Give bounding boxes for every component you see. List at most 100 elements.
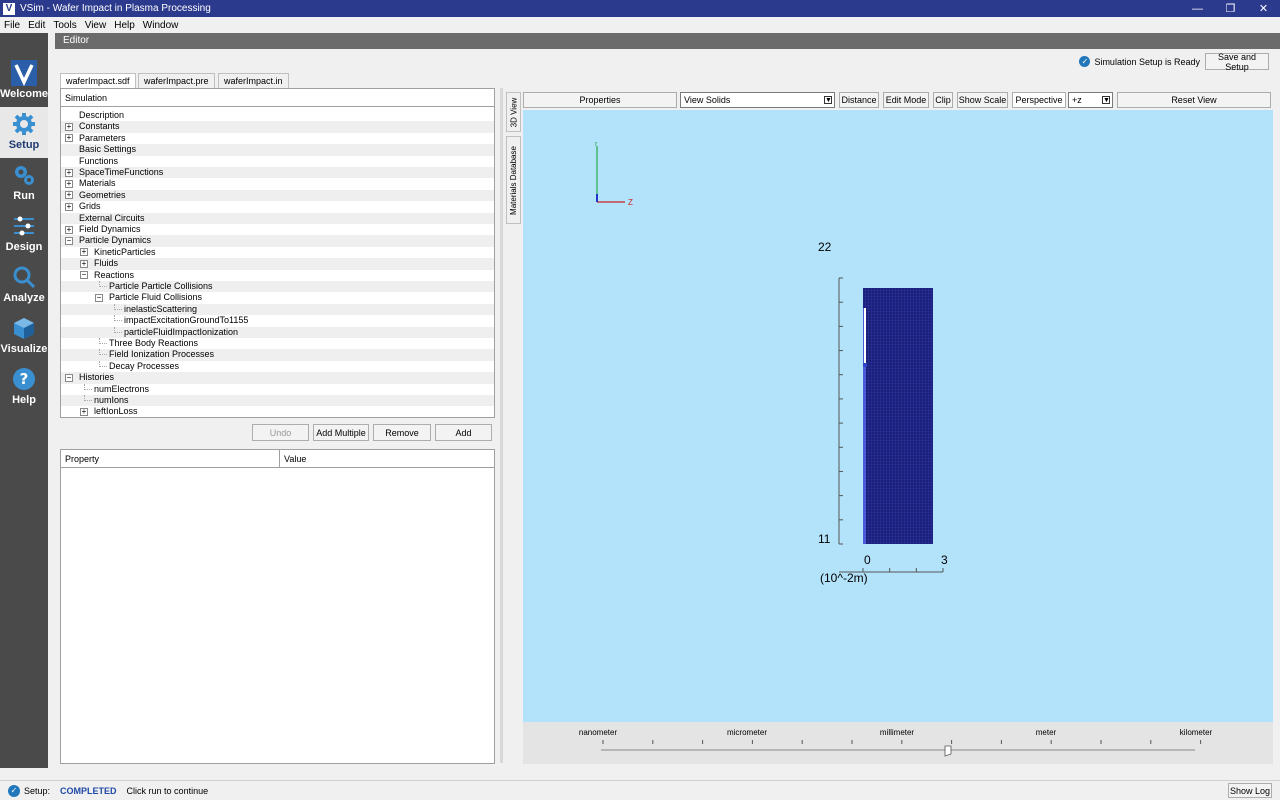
- tree-item[interactable]: + Field Dynamics: [61, 224, 494, 235]
- tree-item[interactable]: Decay Processes: [61, 360, 494, 372]
- wafer-mesh[interactable]: [863, 288, 933, 544]
- edit-mode-button[interactable]: Edit Mode: [883, 92, 929, 108]
- expand-icon[interactable]: +: [65, 225, 73, 234]
- tree-item[interactable]: − Particle Dynamics: [61, 235, 494, 247]
- tab-sdf[interactable]: waferImpact.sdf: [60, 73, 136, 88]
- menu-window[interactable]: Window: [139, 20, 183, 31]
- perspective-toggle[interactable]: Perspective: [1012, 92, 1066, 108]
- tree-item[interactable]: numIons: [61, 395, 494, 407]
- nav-run[interactable]: Run: [0, 158, 48, 209]
- nav-help[interactable]: ? Help: [0, 362, 48, 413]
- menu-tools[interactable]: Tools: [49, 20, 80, 31]
- nav-visualize[interactable]: Visualize: [0, 311, 48, 362]
- expand-icon[interactable]: +: [65, 134, 73, 143]
- collapse-icon[interactable]: −: [95, 293, 103, 302]
- collapse-icon[interactable]: −: [80, 271, 88, 280]
- window-title: VSim - Wafer Impact in Plasma Processing: [20, 3, 211, 14]
- tree-item[interactable]: + Fluids: [61, 258, 494, 270]
- scale-slider-handle[interactable]: [944, 745, 952, 757]
- tree-item[interactable]: + Grids: [61, 201, 494, 212]
- expand-icon[interactable]: +: [80, 248, 88, 257]
- maximize-button[interactable]: ❐: [1214, 0, 1247, 17]
- menu-file[interactable]: File: [0, 20, 24, 31]
- clip-button[interactable]: Clip: [933, 92, 953, 108]
- tree-item[interactable]: Three Body Reactions: [61, 338, 494, 349]
- tree-item[interactable]: + Parameters: [61, 133, 494, 144]
- expand-icon[interactable]: +: [65, 122, 73, 131]
- tab-pre[interactable]: waferImpact.pre: [138, 73, 215, 88]
- save-and-setup-button[interactable]: Save and Setup: [1205, 52, 1269, 72]
- minimize-button[interactable]: —: [1181, 0, 1214, 17]
- status-state: COMPLETED: [60, 785, 117, 796]
- tree-item-label: Description: [79, 110, 125, 120]
- tree-item[interactable]: + Geometries: [61, 189, 494, 202]
- tree-item[interactable]: External Circuits: [61, 212, 494, 224]
- undo-button[interactable]: Undo: [252, 424, 309, 441]
- horizontal-scrollbar[interactable]: [0, 768, 1280, 780]
- tree-item-label: particleFluidImpactIonization: [124, 326, 239, 337]
- view-mode-select[interactable]: View Solids ▼: [680, 92, 835, 108]
- menu-bar: File Edit Tools View Help Window: [0, 17, 1280, 33]
- tree-item[interactable]: + SpaceTimeFunctions: [61, 167, 494, 179]
- expand-icon[interactable]: +: [65, 191, 73, 200]
- nav-setup[interactable]: Setup: [0, 107, 48, 158]
- tree-item-label: impactExcitationGroundTo1155: [124, 315, 249, 326]
- tree-item[interactable]: − Particle Fluid Collisions: [61, 292, 494, 303]
- tree-item[interactable]: Field Ionization Processes: [61, 349, 494, 361]
- cube-icon: [11, 315, 37, 341]
- nav-analyze[interactable]: Analyze: [0, 260, 48, 311]
- expand-icon[interactable]: +: [65, 168, 73, 177]
- nav-welcome[interactable]: Welcome: [0, 56, 48, 107]
- expand-icon[interactable]: +: [65, 179, 73, 188]
- tree-item-label: Three Body Reactions: [109, 338, 199, 348]
- scale-label-kilometer: kilometer: [1180, 728, 1213, 737]
- tree-item[interactable]: Functions: [61, 156, 494, 167]
- tree-item[interactable]: Description: [61, 110, 494, 121]
- tree-item[interactable]: + Constants: [61, 121, 494, 133]
- menu-edit[interactable]: Edit: [24, 20, 49, 31]
- tree-branch-line: [114, 303, 122, 310]
- tree-item[interactable]: + Materials: [61, 178, 494, 189]
- question-icon: ?: [11, 366, 37, 392]
- tree-item[interactable]: inelasticScattering: [61, 303, 494, 316]
- close-button[interactable]: ✕: [1247, 0, 1280, 17]
- distance-button[interactable]: Distance: [839, 92, 879, 108]
- tree-item[interactable]: + KineticParticles: [61, 247, 494, 258]
- add-multiple-button[interactable]: Add Multiple: [313, 424, 369, 441]
- tree-item[interactable]: + leftIonLoss: [61, 406, 494, 417]
- tree-item[interactable]: − Reactions: [61, 270, 494, 281]
- tree-item[interactable]: Basic Settings: [61, 144, 494, 156]
- tree-item[interactable]: − Histories: [61, 372, 494, 384]
- axis-select[interactable]: +z ▼: [1068, 92, 1113, 108]
- show-scale-button[interactable]: Show Scale: [957, 92, 1008, 108]
- y-bottom-label: 11: [818, 532, 831, 546]
- menu-view[interactable]: View: [81, 20, 111, 31]
- collapse-icon[interactable]: −: [65, 236, 73, 245]
- collapse-icon[interactable]: −: [65, 373, 73, 382]
- properties-button[interactable]: Properties: [523, 92, 677, 108]
- tree-item[interactable]: impactExcitationGroundTo1155: [61, 315, 494, 326]
- tab-3d-view[interactable]: 3D View: [506, 92, 521, 132]
- expand-icon[interactable]: +: [80, 259, 88, 268]
- tree-item[interactable]: numElectrons: [61, 383, 494, 395]
- gear-icon: [11, 111, 37, 137]
- tab-in[interactable]: waferImpact.in: [218, 73, 289, 88]
- scale-bar[interactable]: nanometer micrometer millimeter meter ki…: [523, 722, 1273, 764]
- tab-materials-database[interactable]: Materials Database: [506, 136, 521, 224]
- 3d-viewport[interactable]: r Z 22 11 0 3 (10^-2m): [523, 110, 1273, 722]
- remove-button[interactable]: Remove: [373, 424, 431, 441]
- add-button[interactable]: Add: [435, 424, 492, 441]
- expand-icon[interactable]: +: [80, 407, 88, 416]
- vsim-logo-icon: [11, 60, 37, 86]
- expand-icon[interactable]: +: [65, 202, 73, 211]
- tree-item[interactable]: particleFluidImpactIonization: [61, 326, 494, 338]
- nav-label: Visualize: [0, 343, 48, 355]
- menu-help[interactable]: Help: [110, 20, 139, 31]
- svg-text:?: ?: [20, 370, 29, 388]
- show-log-button[interactable]: Show Log: [1228, 783, 1272, 798]
- tree-item[interactable]: Particle Particle Collisions: [61, 281, 494, 293]
- reset-view-button[interactable]: Reset View: [1117, 92, 1271, 108]
- left-nav-sidebar: Welcome Setup Run Design Analyze Visuali…: [0, 33, 48, 768]
- panel-splitter[interactable]: [500, 88, 503, 763]
- nav-design[interactable]: Design: [0, 209, 48, 260]
